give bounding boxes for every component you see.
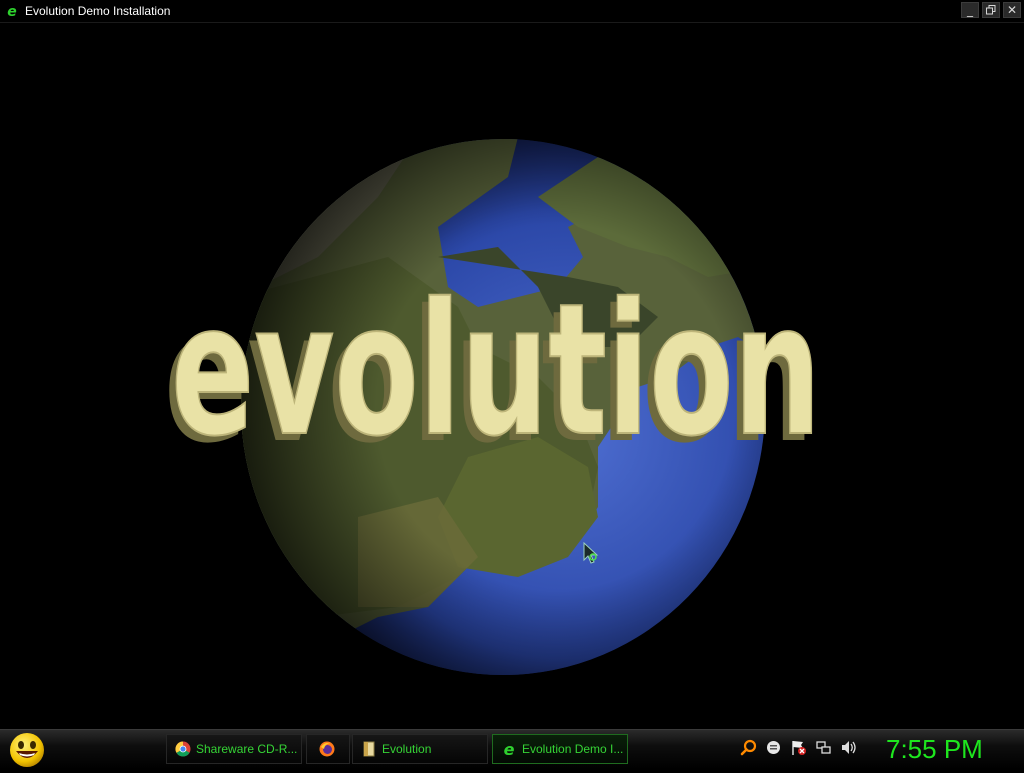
minimize-icon: _ [967,3,973,17]
taskbar-item-shareware[interactable]: Shareware CD-R... [166,734,302,764]
messenger-icon[interactable] [765,739,782,756]
taskbar-item-label: Evolution Demo I... [522,742,624,756]
firefox-icon [319,741,335,757]
svg-text:e: e [504,741,515,757]
search-icon[interactable] [740,739,757,756]
network-icon[interactable] [815,739,832,756]
taskbar-item-evolution-folder[interactable]: Evolution [352,734,488,764]
svg-text:e: e [7,4,17,18]
minimize-button[interactable]: _ [961,2,979,18]
taskbar-item-label: Shareware CD-R... [196,742,298,756]
close-icon: ✕ [1006,3,1018,17]
evolution-e-icon: e [501,741,517,757]
system-tray [740,739,857,756]
taskbar-item-label: Evolution [382,742,432,756]
mouse-cursor-icon [583,542,599,564]
chrome-icon [175,741,191,757]
evolution-e-icon: e [5,4,19,18]
taskbar: Shareware CD-R... Evolution e Evolution … [0,729,1024,769]
restore-button[interactable] [982,2,1000,18]
restore-icon [986,4,996,18]
splash-screen[interactable]: evolution evolution [0,23,1024,729]
folder-icon [361,741,377,757]
close-button[interactable]: ✕ [1003,2,1021,18]
taskbar-clock[interactable]: 7:55 PM [886,734,983,765]
taskbar-item-firefox[interactable] [306,734,350,764]
window-titlebar[interactable]: e Evolution Demo Installation _ ✕ [0,0,1024,23]
action-center-flag-icon[interactable] [790,739,807,756]
volume-icon[interactable] [840,739,857,756]
start-button[interactable] [8,732,46,768]
smiley-face-icon [10,733,44,767]
window-title: Evolution Demo Installation [25,4,171,18]
earth-globe-image [241,139,765,675]
taskbar-item-evolution-demo[interactable]: e Evolution Demo I... [492,734,628,764]
